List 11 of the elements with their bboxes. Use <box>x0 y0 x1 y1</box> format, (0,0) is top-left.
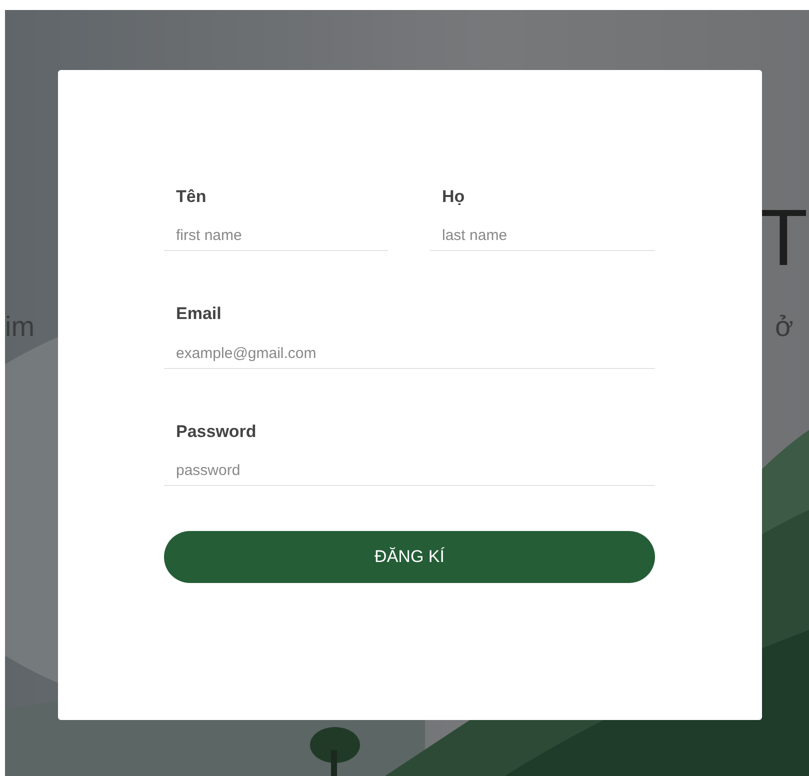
hero-subtitle: ở <box>775 313 794 341</box>
input-field[interactable]: example@gmail.com <box>164 338 655 368</box>
signup-button[interactable]: ĐĂNG KÍ <box>164 530 655 583</box>
input-field[interactable]: last name <box>430 221 655 252</box>
field-label: Tên <box>175 186 208 208</box>
field-label: Password <box>175 420 258 442</box>
input-field[interactable]: first name <box>164 221 388 252</box>
input-field[interactable]: password <box>164 456 655 486</box>
field-label: Họ <box>441 186 466 208</box>
hero-heading: T <box>759 198 808 278</box>
field-label: Email <box>175 303 222 324</box>
